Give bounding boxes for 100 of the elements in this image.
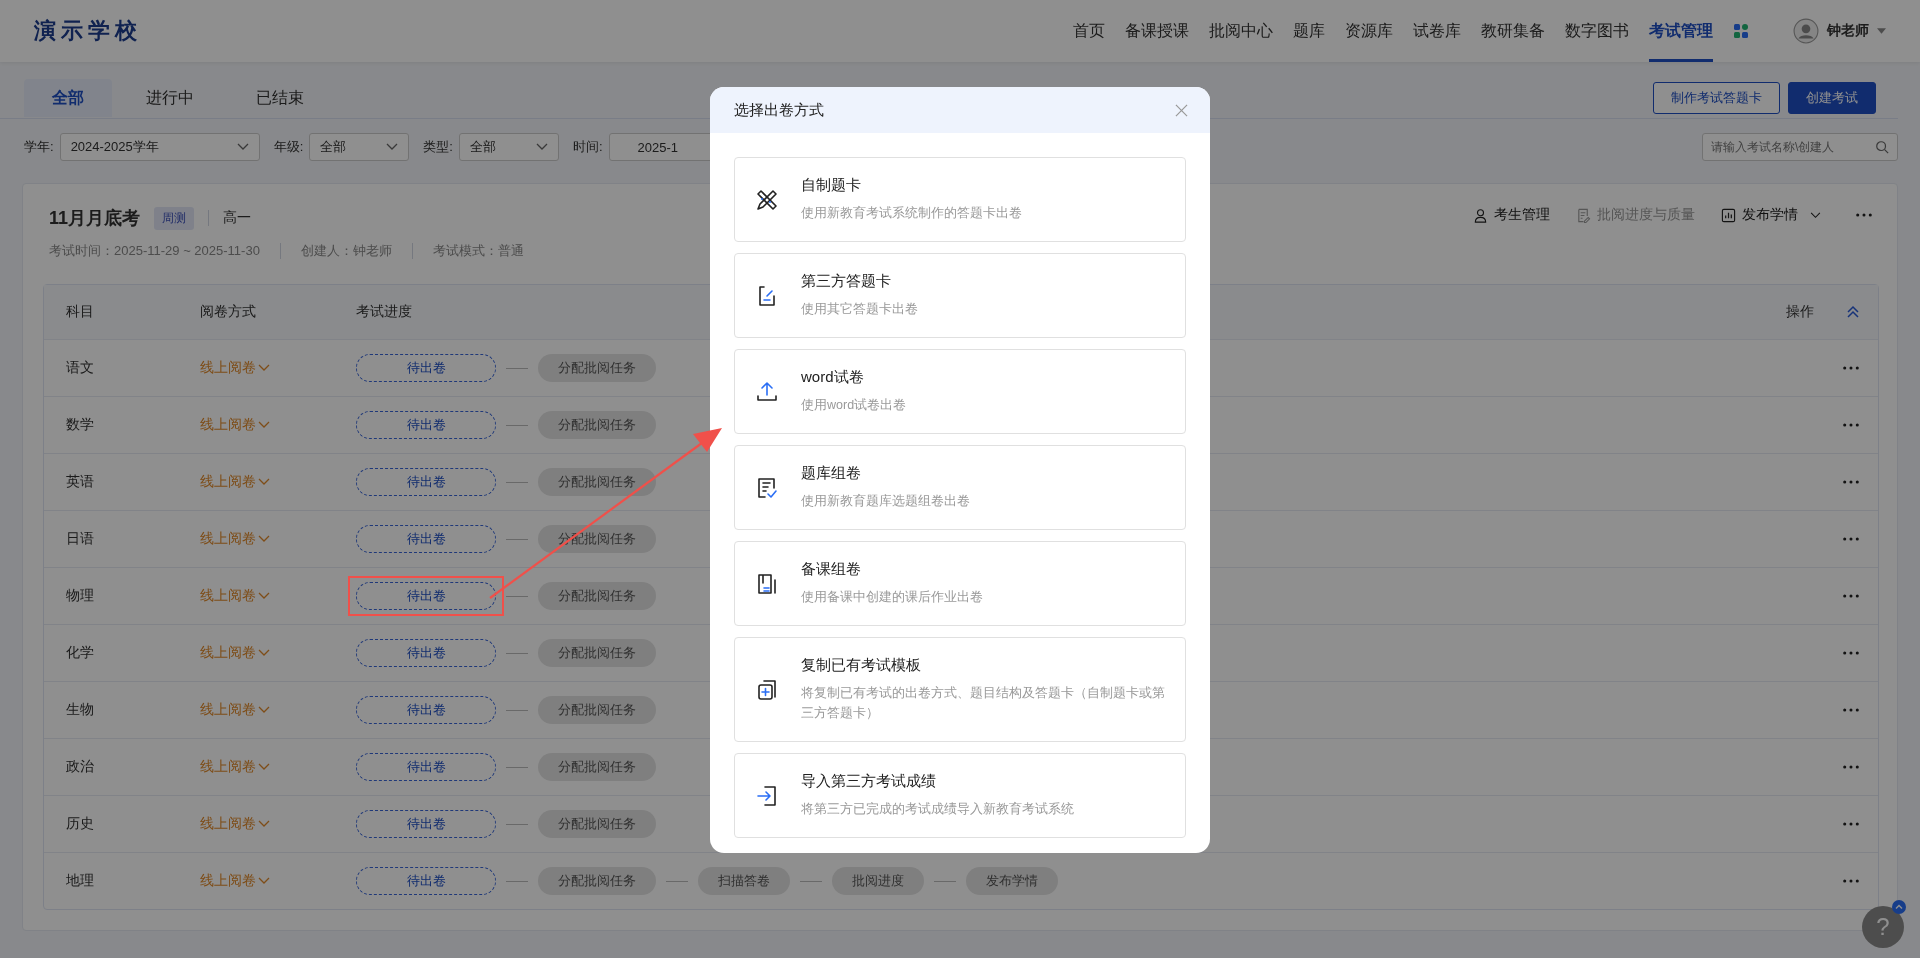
grading-dropdown[interactable]: 线上阅卷 [200,701,356,719]
grading-dropdown[interactable]: 线上阅卷 [200,473,356,491]
progress-step[interactable]: 待出卷 [356,639,496,667]
progress-step[interactable]: 分配批阅任务 [538,411,656,439]
option-card[interactable]: word试卷 使用word试卷出卷 [734,349,1186,434]
option-description: 使用word试卷出卷 [801,397,907,414]
progress-step[interactable]: 扫描答卷 [698,867,790,895]
more-icon[interactable] [1842,366,1860,370]
nav-item[interactable]: 考试管理 [1649,0,1713,62]
person-icon [1473,207,1488,223]
more-icon[interactable] [1855,213,1873,217]
column-header: 操作 [1786,303,1815,321]
more-icon[interactable] [1842,708,1860,712]
apps-icon[interactable] [1733,23,1749,39]
checklist-icon [755,475,779,500]
chevron-down-icon [535,143,548,151]
progress-step[interactable]: 分配批阅任务 [538,639,656,667]
subject-cell-text: 历史 [66,815,95,833]
grading-dropdown[interactable]: 线上阅卷 [200,530,356,548]
progress-step[interactable]: 待出卷 [356,411,496,439]
progress-step[interactable]: 分配批阅任务 [538,753,656,781]
filter-select[interactable]: 全部 [458,133,559,161]
option-title: 导入第三方考试成绩 [801,772,937,791]
option-card[interactable]: 备课组卷 使用备课中创建的课后作业出卷 [734,541,1186,626]
more-icon[interactable] [1842,765,1860,769]
tab[interactable]: 进行中 [118,79,222,117]
chevron-up-badge-icon[interactable] [1892,900,1906,914]
progress-step[interactable]: 待出卷 [356,354,496,382]
avatar-icon[interactable] [1793,18,1819,44]
caret-icon[interactable] [1877,28,1886,34]
grading-dropdown[interactable]: 线上阅卷 [200,815,356,833]
more-icon[interactable] [1842,537,1860,541]
progress-step[interactable]: 分配批阅任务 [538,468,656,496]
progress-step[interactable]: 待出卷 [356,810,496,838]
more-icon[interactable] [1842,423,1860,427]
progress-step[interactable]: 待出卷 [356,468,496,496]
chevron-down-icon [258,364,270,372]
nav-item[interactable]: 资源库 [1345,0,1393,62]
progress-step[interactable]: 待出卷 [356,753,496,781]
more-icon[interactable] [1842,822,1860,826]
subject-cell-text: 物理 [66,587,95,605]
filter-label: 时间: [572,138,603,156]
nav-item[interactable]: 试卷库 [1413,0,1461,62]
progress-step[interactable]: 分配批阅任务 [538,582,656,610]
grading-dropdown[interactable]: 线上阅卷 [200,644,356,662]
grading-dropdown[interactable]: 线上阅卷 [200,758,356,776]
option-description: 使用其它答题卡出卷 [801,301,918,318]
grading-dropdown[interactable]: 线上阅卷 [200,359,356,377]
column-header: 科目 [66,303,95,321]
nav-item[interactable]: 备课授课 [1125,0,1189,62]
close-icon[interactable] [1175,103,1188,117]
filter-select[interactable]: 2024-2025学年 [59,133,260,161]
option-card[interactable]: 题库组卷 使用新教育题库选题组卷出卷 [734,445,1186,530]
nav-item[interactable]: 教研集备 [1481,0,1545,62]
option-card[interactable]: 第三方答题卡 使用其它答题卡出卷 [734,253,1186,338]
option-description: 将第三方已完成的考试成绩导入新教育考试系统 [801,801,1074,818]
progress-step[interactable]: 分配批阅任务 [538,696,656,724]
collapse-icon[interactable] [1846,305,1860,319]
option-description: 使用新教育题库选题组卷出卷 [801,493,970,510]
nav-item[interactable]: 首页 [1073,0,1105,62]
subject-cell-text: 语文 [66,359,95,377]
user-name[interactable]: 钟老师 [1827,22,1869,40]
progress-step[interactable]: 分配批阅任务 [538,810,656,838]
subject-cell-text: 政治 [66,758,95,776]
progress-step[interactable]: 待出卷 [356,867,496,895]
toolbar-button[interactable]: 创建考试 [1788,82,1876,114]
progress-step[interactable]: 批阅进度 [832,867,924,895]
toolbar-button[interactable]: 制作考试答题卡 [1653,82,1780,114]
grading-dropdown[interactable]: 线上阅卷 [200,587,356,605]
chart-icon [1721,207,1736,223]
nav-item[interactable]: 批阅中心 [1209,0,1273,62]
more-icon[interactable] [1842,594,1860,598]
grading-dropdown[interactable]: 线上阅卷 [200,416,356,434]
option-card[interactable]: 导入第三方考试成绩 将第三方已完成的考试成绩导入新教育考试系统 [734,753,1186,838]
progress-step[interactable]: 分配批阅任务 [538,867,656,895]
school-logo[interactable]: 演示学校 [34,16,142,46]
tab[interactable]: 全部 [24,79,112,117]
nav-item[interactable]: 题库 [1293,0,1325,62]
grading-dropdown[interactable]: 线上阅卷 [200,872,356,890]
progress-step[interactable]: 待出卷 [356,525,496,553]
progress-step[interactable]: 发布学情 [966,867,1058,895]
option-card[interactable]: 复制已有考试模板 将复制已有考试的出卷方式、题目结构及答题卡（自制题卡或第三方答题卡） [734,637,1186,742]
exam-action[interactable]: 考生管理 [1473,206,1550,224]
option-card[interactable]: 自制题卡 使用新教育考试系统制作的答题卡出卷 [734,157,1186,242]
more-icon[interactable] [1842,480,1860,484]
column-header: 阅卷方式 [200,303,257,321]
more-icon[interactable] [1842,879,1860,883]
chevron-down-icon [258,820,270,828]
document-icon [1576,207,1591,223]
option-title: 题库组卷 [801,464,862,483]
progress-step[interactable]: 分配批阅任务 [538,354,656,382]
progress-step[interactable]: 待出卷 [356,582,496,610]
progress-step[interactable]: 待出卷 [356,696,496,724]
search-field[interactable]: 请输入考试名称\创建人 [1702,133,1898,161]
search-icon[interactable] [1875,140,1889,154]
nav-item[interactable]: 数字图书 [1565,0,1629,62]
filter-select[interactable]: 全部 [309,133,410,161]
exam-action[interactable]: 发布学情 [1721,206,1821,224]
more-icon[interactable] [1842,651,1860,655]
tab[interactable]: 已结束 [228,79,332,117]
